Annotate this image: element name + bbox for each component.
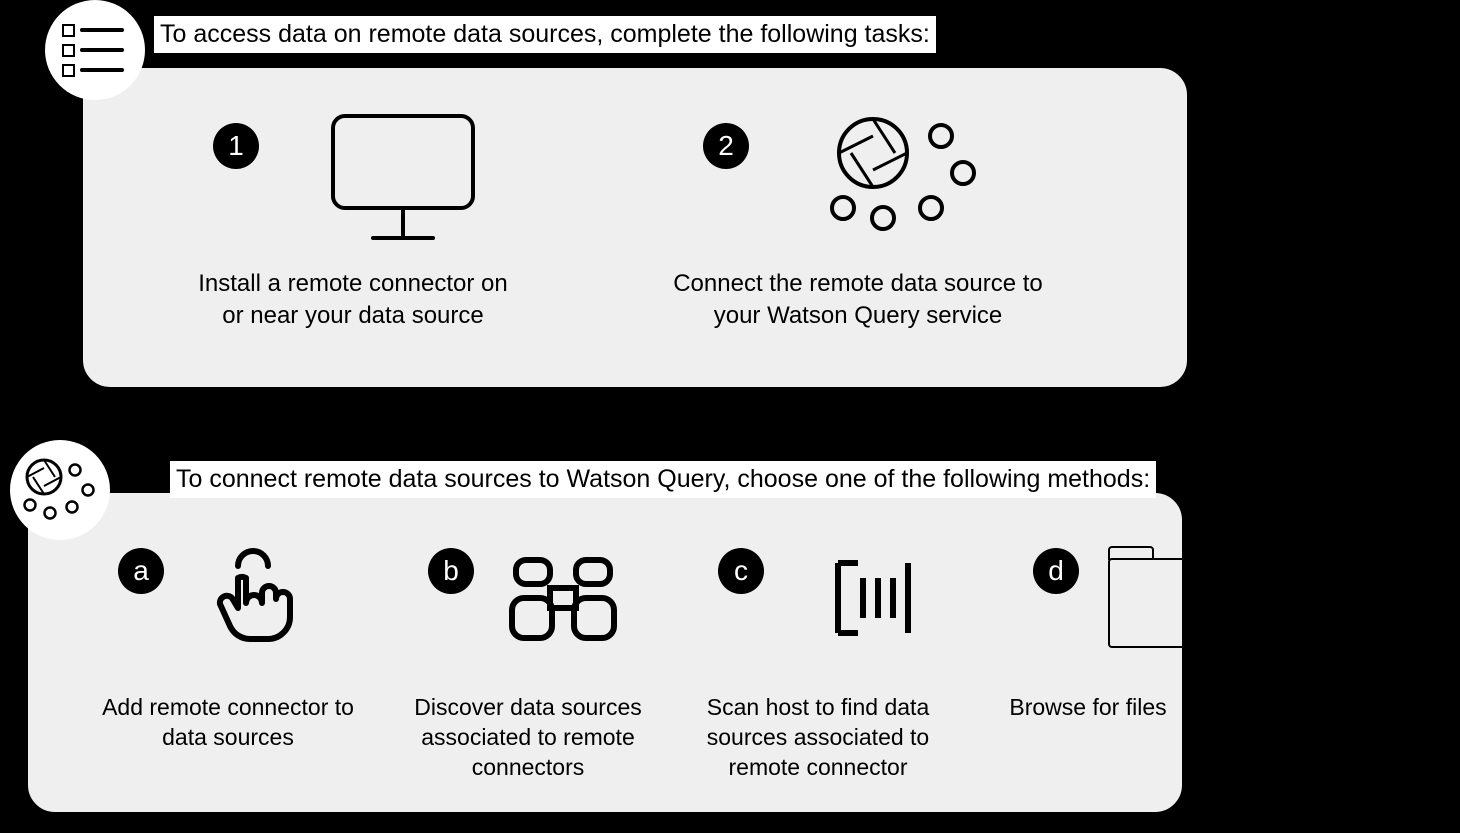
scan-bars-icon — [818, 548, 918, 653]
touch-icon — [208, 548, 298, 653]
step-badge-1: 1 — [213, 123, 259, 169]
aperture-dots-small-icon — [10, 440, 110, 540]
step-badge-2: 2 — [703, 123, 749, 169]
method-d-text: Browse for files — [978, 693, 1198, 723]
method-a-text: Add remote connector to data sources — [98, 693, 358, 753]
section1-title: To access data on remote data sources, c… — [154, 16, 936, 53]
section2-title: To connect remote data sources to Watson… — [170, 461, 1156, 498]
method-badge-b: b — [428, 548, 474, 594]
step1-text: Install a remote connector on or near yo… — [193, 268, 513, 333]
step2-text: Connect the remote data source to your W… — [673, 268, 1043, 333]
method-b-text: Discover data sources associated to remo… — [398, 693, 658, 783]
method-badge-d: d — [1033, 548, 1079, 594]
methods-panel: a Add remote connector to data sources b… — [25, 490, 1185, 815]
method-c-text: Scan host to find data sources associate… — [678, 693, 958, 783]
folder-icon — [1108, 558, 1228, 648]
monitor-icon — [323, 108, 483, 253]
aperture-dots-icon — [823, 108, 993, 253]
binoculars-icon — [508, 548, 618, 653]
method-badge-c: c — [718, 548, 764, 594]
tasks-panel: 1 Install a remote connector on or near … — [80, 65, 1190, 390]
method-badge-a: a — [118, 548, 164, 594]
checklist-icon — [45, 0, 145, 100]
